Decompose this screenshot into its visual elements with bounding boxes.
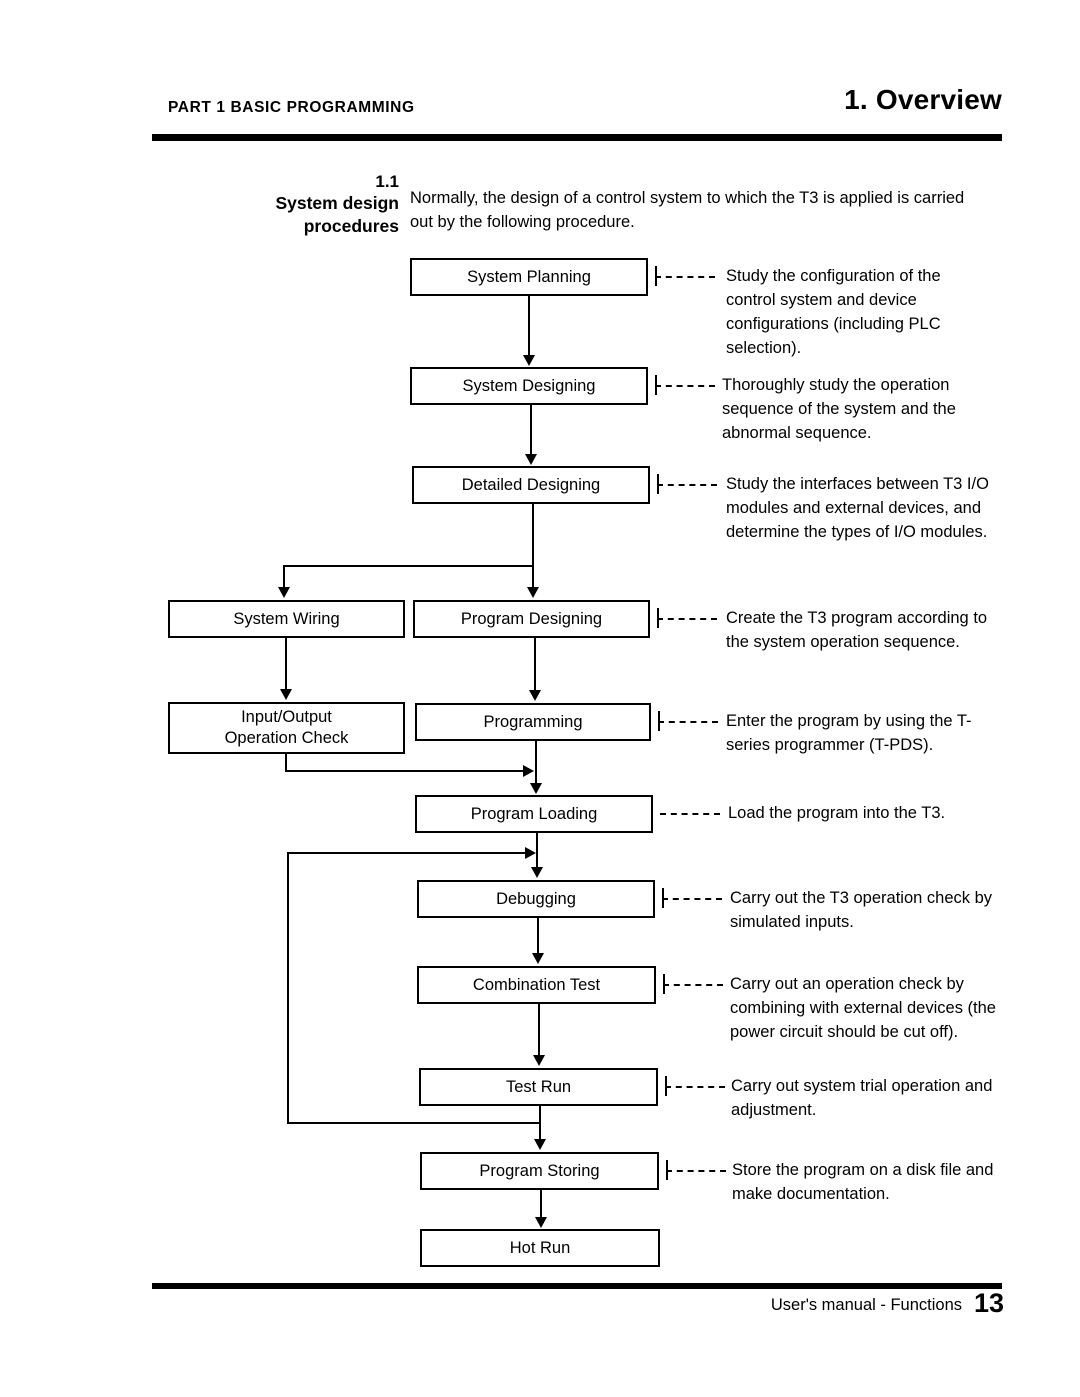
note-connector-system-designing — [655, 385, 715, 387]
document-page: PART 1 BASIC PROGRAMMING 1. Overview 1.1… — [0, 0, 1080, 1397]
feedback-loop-riser — [287, 852, 289, 1124]
flow-note-detailed-designing: Study the interfaces between T3 I/O modu… — [726, 475, 989, 541]
note-tick-program-storing — [666, 1160, 668, 1180]
arrowhead-designing — [523, 355, 535, 366]
connector-debugging-to-combination — [537, 918, 539, 954]
note-connector-combination-test — [663, 984, 723, 986]
arrowhead-io-merge — [523, 765, 534, 777]
note-connector-program-designing — [657, 618, 717, 620]
connector-loading-to-debugging — [536, 833, 538, 868]
note-connector-test-run — [665, 1086, 725, 1088]
flow-node-debugging: Debugging — [417, 880, 655, 918]
flow-note-program-storing: Store the program on a disk file and mak… — [732, 1161, 994, 1203]
connector-storing-to-hot-run — [540, 1190, 542, 1218]
note-tick-combination-test — [663, 974, 665, 994]
footer-divider — [152, 1283, 1002, 1289]
arrowhead-feedback-merge — [525, 847, 536, 859]
connector-programming-to-loading — [535, 741, 537, 784]
feedback-loop-bottom — [287, 1122, 540, 1124]
connector-detailed-split — [283, 565, 534, 567]
note-connector-programming — [658, 721, 718, 723]
connector-design-to-programming — [534, 638, 536, 691]
note-connector-program-loading — [660, 813, 720, 815]
flow-note-system-planning: Study the configuration of the control s… — [726, 267, 941, 357]
arrowhead-test-run — [533, 1055, 545, 1066]
arrowhead-combination-test — [532, 953, 544, 964]
flow-note-test-run: Carry out system trial operation and adj… — [731, 1077, 993, 1119]
flow-note-system-designing: Thoroughly study the operation sequence … — [722, 376, 956, 442]
flow-node-program-storing: Program Storing — [420, 1152, 659, 1190]
note-tick-test-run — [665, 1076, 667, 1096]
arrowhead-hot-run — [535, 1217, 547, 1228]
connector-io-check-merge — [285, 770, 525, 772]
connector-planning-to-designing — [528, 296, 530, 356]
flow-node-combination-test: Combination Test — [417, 966, 656, 1004]
flow-node-system-planning: System Planning — [410, 258, 648, 296]
system-design-flowchart: System Planning System Designing Detaile… — [0, 0, 1080, 1397]
note-connector-debugging — [662, 898, 722, 900]
arrowhead-program-designing — [527, 587, 539, 598]
arrowhead-detailed — [525, 454, 537, 465]
flow-node-program-designing: Program Designing — [413, 600, 650, 638]
note-tick-detailed-designing — [657, 474, 659, 494]
flow-node-hot-run: Hot Run — [420, 1229, 660, 1267]
flow-node-system-wiring: System Wiring — [168, 600, 405, 638]
connector-detailed-stem — [532, 504, 534, 567]
flow-note-programming: Enter the program by using the T-series … — [726, 712, 972, 754]
arrowhead-system-wiring — [278, 587, 290, 598]
arrowhead-programming — [529, 690, 541, 701]
note-connector-detailed-designing — [657, 484, 717, 486]
note-connector-system-planning — [655, 276, 715, 278]
flow-node-detailed-designing: Detailed Designing — [412, 466, 650, 504]
flow-note-program-designing: Create the T3 program according to the s… — [726, 609, 988, 651]
flow-note-program-loading: Load the program into the T3. — [728, 804, 946, 822]
connector-wiring-to-io-check — [285, 638, 287, 690]
note-tick-system-planning — [655, 266, 657, 286]
flow-node-program-loading: Program Loading — [415, 795, 653, 833]
flow-note-combination-test: Carry out an operation check by combinin… — [730, 975, 996, 1041]
flow-node-test-run: Test Run — [419, 1068, 658, 1106]
arrowhead-debugging — [531, 867, 543, 878]
note-tick-debugging — [662, 888, 664, 908]
arrowhead-program-loading — [530, 783, 542, 794]
note-tick-program-designing — [657, 608, 659, 628]
flow-node-system-designing: System Designing — [410, 367, 648, 405]
note-tick-system-designing — [655, 375, 657, 395]
arrowhead-program-storing — [534, 1139, 546, 1150]
feedback-loop-merge — [287, 852, 527, 854]
connector-to-program-designing — [532, 565, 534, 588]
arrowhead-io-check — [280, 689, 292, 700]
connector-to-system-wiring — [283, 565, 285, 588]
flow-node-io-operation-check: Input/Output Operation Check — [168, 702, 405, 754]
connector-designing-to-detailed — [530, 405, 532, 455]
footer-manual-label: User's manual - Functions — [770, 1296, 962, 1314]
footer-page-number: 13 — [973, 1288, 1004, 1318]
flow-note-debugging: Carry out the T3 operation check by simu… — [730, 889, 993, 931]
flow-node-programming: Programming — [415, 703, 651, 741]
note-tick-programming — [658, 711, 660, 731]
note-connector-program-storing — [666, 1170, 726, 1172]
connector-combination-to-test-run — [538, 1004, 540, 1056]
